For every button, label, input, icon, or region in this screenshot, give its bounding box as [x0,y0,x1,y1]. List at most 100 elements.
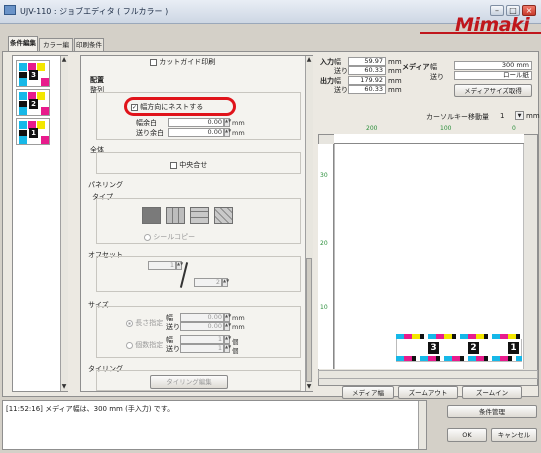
output-label: 出力 [320,77,334,85]
tab-color-edit[interactable]: カラー編集 [39,38,73,61]
highlight-circle [124,97,236,116]
gap-feed-spinner[interactable]: ▲▼ [224,128,231,137]
length-feed-input[interactable]: 0.00 [180,322,224,331]
cancel-button[interactable]: キャンセル [491,428,537,442]
media-feed-value: ロール紙 [454,71,532,80]
job-list-scrollbar[interactable] [60,56,68,391]
count-width-spinner[interactable]: ▲▼ [224,335,231,344]
media-width-value: 300 mm [454,61,532,70]
pattern-grid-icon[interactable] [166,207,185,224]
cursor-step-unit: mm [526,112,540,120]
preview-hscrollbar[interactable] [318,370,538,379]
count-spec-option[interactable]: 個数指定 [126,340,163,350]
app-icon [4,5,16,15]
gap-feed-unit: mm [232,129,245,137]
color-bar [396,334,522,339]
job-thumbnail[interactable]: 1 [16,118,50,145]
copy-number: 2 [468,342,479,354]
cut-guide-checkbox[interactable] [150,58,157,66]
input-label: 入力 [320,58,334,66]
output-feed-value: 60.33 [348,85,386,94]
offset-a-spinner[interactable]: ▲▼ [176,261,183,270]
gap-feed-input[interactable]: 0.00 [168,128,224,137]
length-width-unit: mm [232,314,245,322]
gap-width-input[interactable]: 0.00 [168,118,224,127]
color-bar [396,356,522,361]
tiling-edit-button[interactable]: タイリング編集 [150,375,228,389]
media-size-button[interactable]: メディアサイズ取得 [454,84,532,97]
job-thumbnail[interactable]: 2 [16,89,50,116]
length-width-input[interactable]: 0.00 [180,313,224,322]
condition-manage-button[interactable]: 条件管理 [447,405,537,418]
offset-b-spinner[interactable]: ▲▼ [222,278,229,287]
job-thumbnail[interactable]: 3 [16,60,50,87]
gap-width-label: 幅余白 [136,119,157,127]
input-feed-value: 60.33 [348,66,386,75]
copy-number: 3 [428,342,439,354]
logo-rule [420,32,541,34]
cut-guide-option[interactable]: カットガイド印刷 [150,57,215,67]
length-spec-option[interactable]: 長さ指定 [126,318,163,328]
count-width-input[interactable]: 1 [180,335,224,344]
count-feed-input[interactable]: 1 [180,344,224,353]
media-width-label: 幅 [430,63,437,71]
count-feed-label: 送り [166,345,180,353]
length-width-spinner[interactable]: ▲▼ [224,313,231,322]
cursor-step-label: カーソルキー移動量 [426,113,489,121]
media-feed-label: 送り [430,73,444,81]
gap-feed-label: 送り余白 [136,129,164,137]
status-scrollbar[interactable] [418,401,426,449]
paneling-heading: パネリング [88,181,123,189]
scroll-down-icon[interactable]: ▼ [60,383,68,391]
length-spec-radio[interactable] [126,319,133,327]
layout-heading: 配置 [90,76,104,84]
output-width-value: 179.92 [348,76,386,85]
status-message: [11:52:16] メディア幅は、300 mm (手入力) です。 [6,405,175,413]
zoom-in-button[interactable]: ズームイン [462,386,522,399]
gap-width-unit: mm [232,119,245,127]
tab-print-condition[interactable]: 印刷条件 [74,38,104,51]
gap-width-spinner[interactable]: ▲▼ [224,118,231,127]
pattern-single-icon[interactable] [142,207,161,224]
scroll-up-icon[interactable]: ▲ [305,56,313,64]
cursor-step-value: 1 [500,112,505,120]
input-width-unit: mm [388,58,402,66]
job-number: 1 [29,128,38,138]
ruler-top-label: 100 [440,125,452,132]
scroll-up-icon[interactable]: ▲ [60,56,68,64]
window-title: UJV-110 : ジョブエディタ ( フルカラー ) [20,7,169,16]
count-feed-unit: 個 [232,347,239,355]
center-option[interactable]: 中央合せ [170,160,207,170]
media-width-button[interactable]: メディア幅 [342,386,394,399]
output-feed-unit: mm [388,86,402,94]
offset-b-input[interactable]: 2 [194,278,222,287]
job-number: 2 [29,99,38,109]
scroll-down-icon[interactable]: ▼ [305,383,313,391]
count-feed-spinner[interactable]: ▲▼ [224,344,231,353]
input-feed-label: 送り [334,67,348,75]
job-number: 3 [29,70,38,80]
tab-condition-edit[interactable]: 条件編集 [8,36,38,51]
pattern-stagger-icon[interactable] [214,207,233,224]
count-spec-radio[interactable] [126,341,133,349]
center-checkbox[interactable] [170,161,177,169]
ruler-top-label: 0 [512,125,516,132]
ok-button[interactable]: OK [447,428,487,442]
input-feed-unit: mm [388,67,402,75]
output-width-unit: mm [388,77,402,85]
scroll-thumb[interactable] [306,258,312,382]
offset-a-input[interactable]: 1 [148,261,176,270]
ruler-top-label: 200 [366,125,378,132]
seal-copy-radio[interactable] [144,233,151,241]
zoom-out-button[interactable]: ズームアウト [398,386,458,399]
cursor-step-dropdown[interactable]: ▼ [515,111,524,120]
ruler-top [334,134,524,144]
seal-copy-option[interactable]: シールコピー [144,232,195,242]
length-feed-spinner[interactable]: ▲▼ [224,322,231,331]
length-feed-unit: mm [232,323,245,331]
length-feed-label: 送り [166,323,180,331]
pattern-rows-icon[interactable] [190,207,209,224]
ruler-left-label: 20 [320,240,328,247]
media-label: メディア [402,63,430,71]
input-width-value: 59.97 [348,57,386,66]
